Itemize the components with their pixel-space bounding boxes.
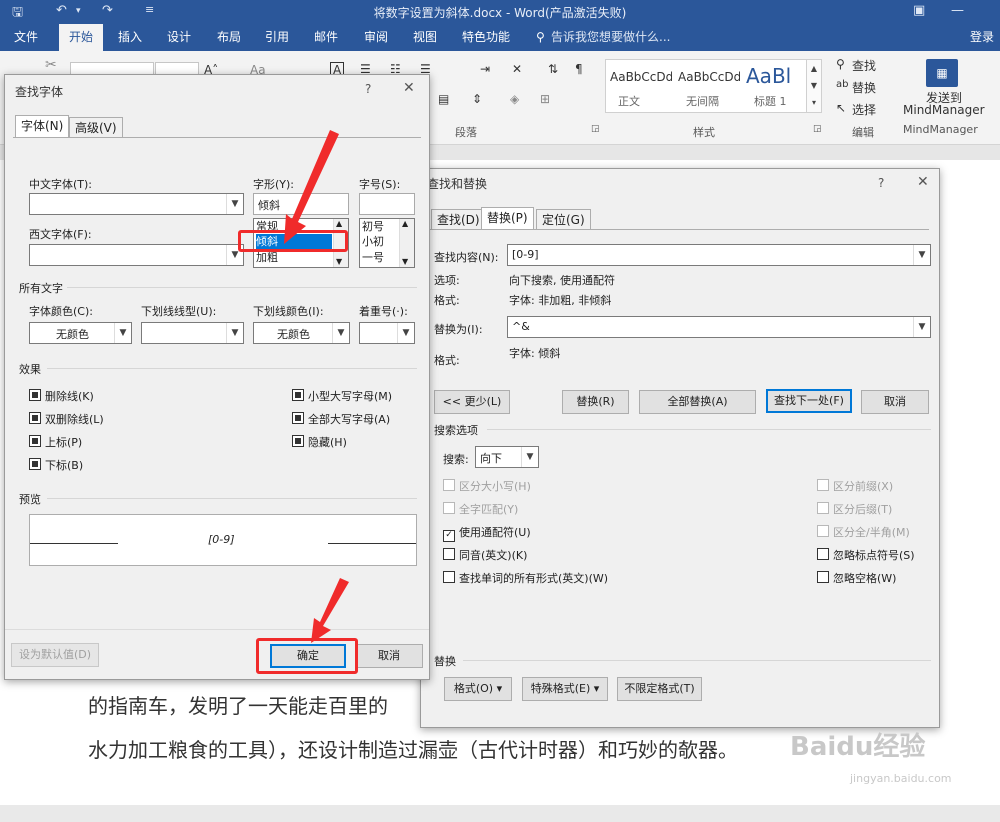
watermark-url: jingyan.baidu.com (850, 772, 952, 785)
arrow-to-italic (284, 130, 339, 244)
annotation-arrows (284, 130, 349, 643)
watermark-brand: Baidu经验 (790, 732, 926, 762)
arrow-to-ok (311, 578, 349, 643)
